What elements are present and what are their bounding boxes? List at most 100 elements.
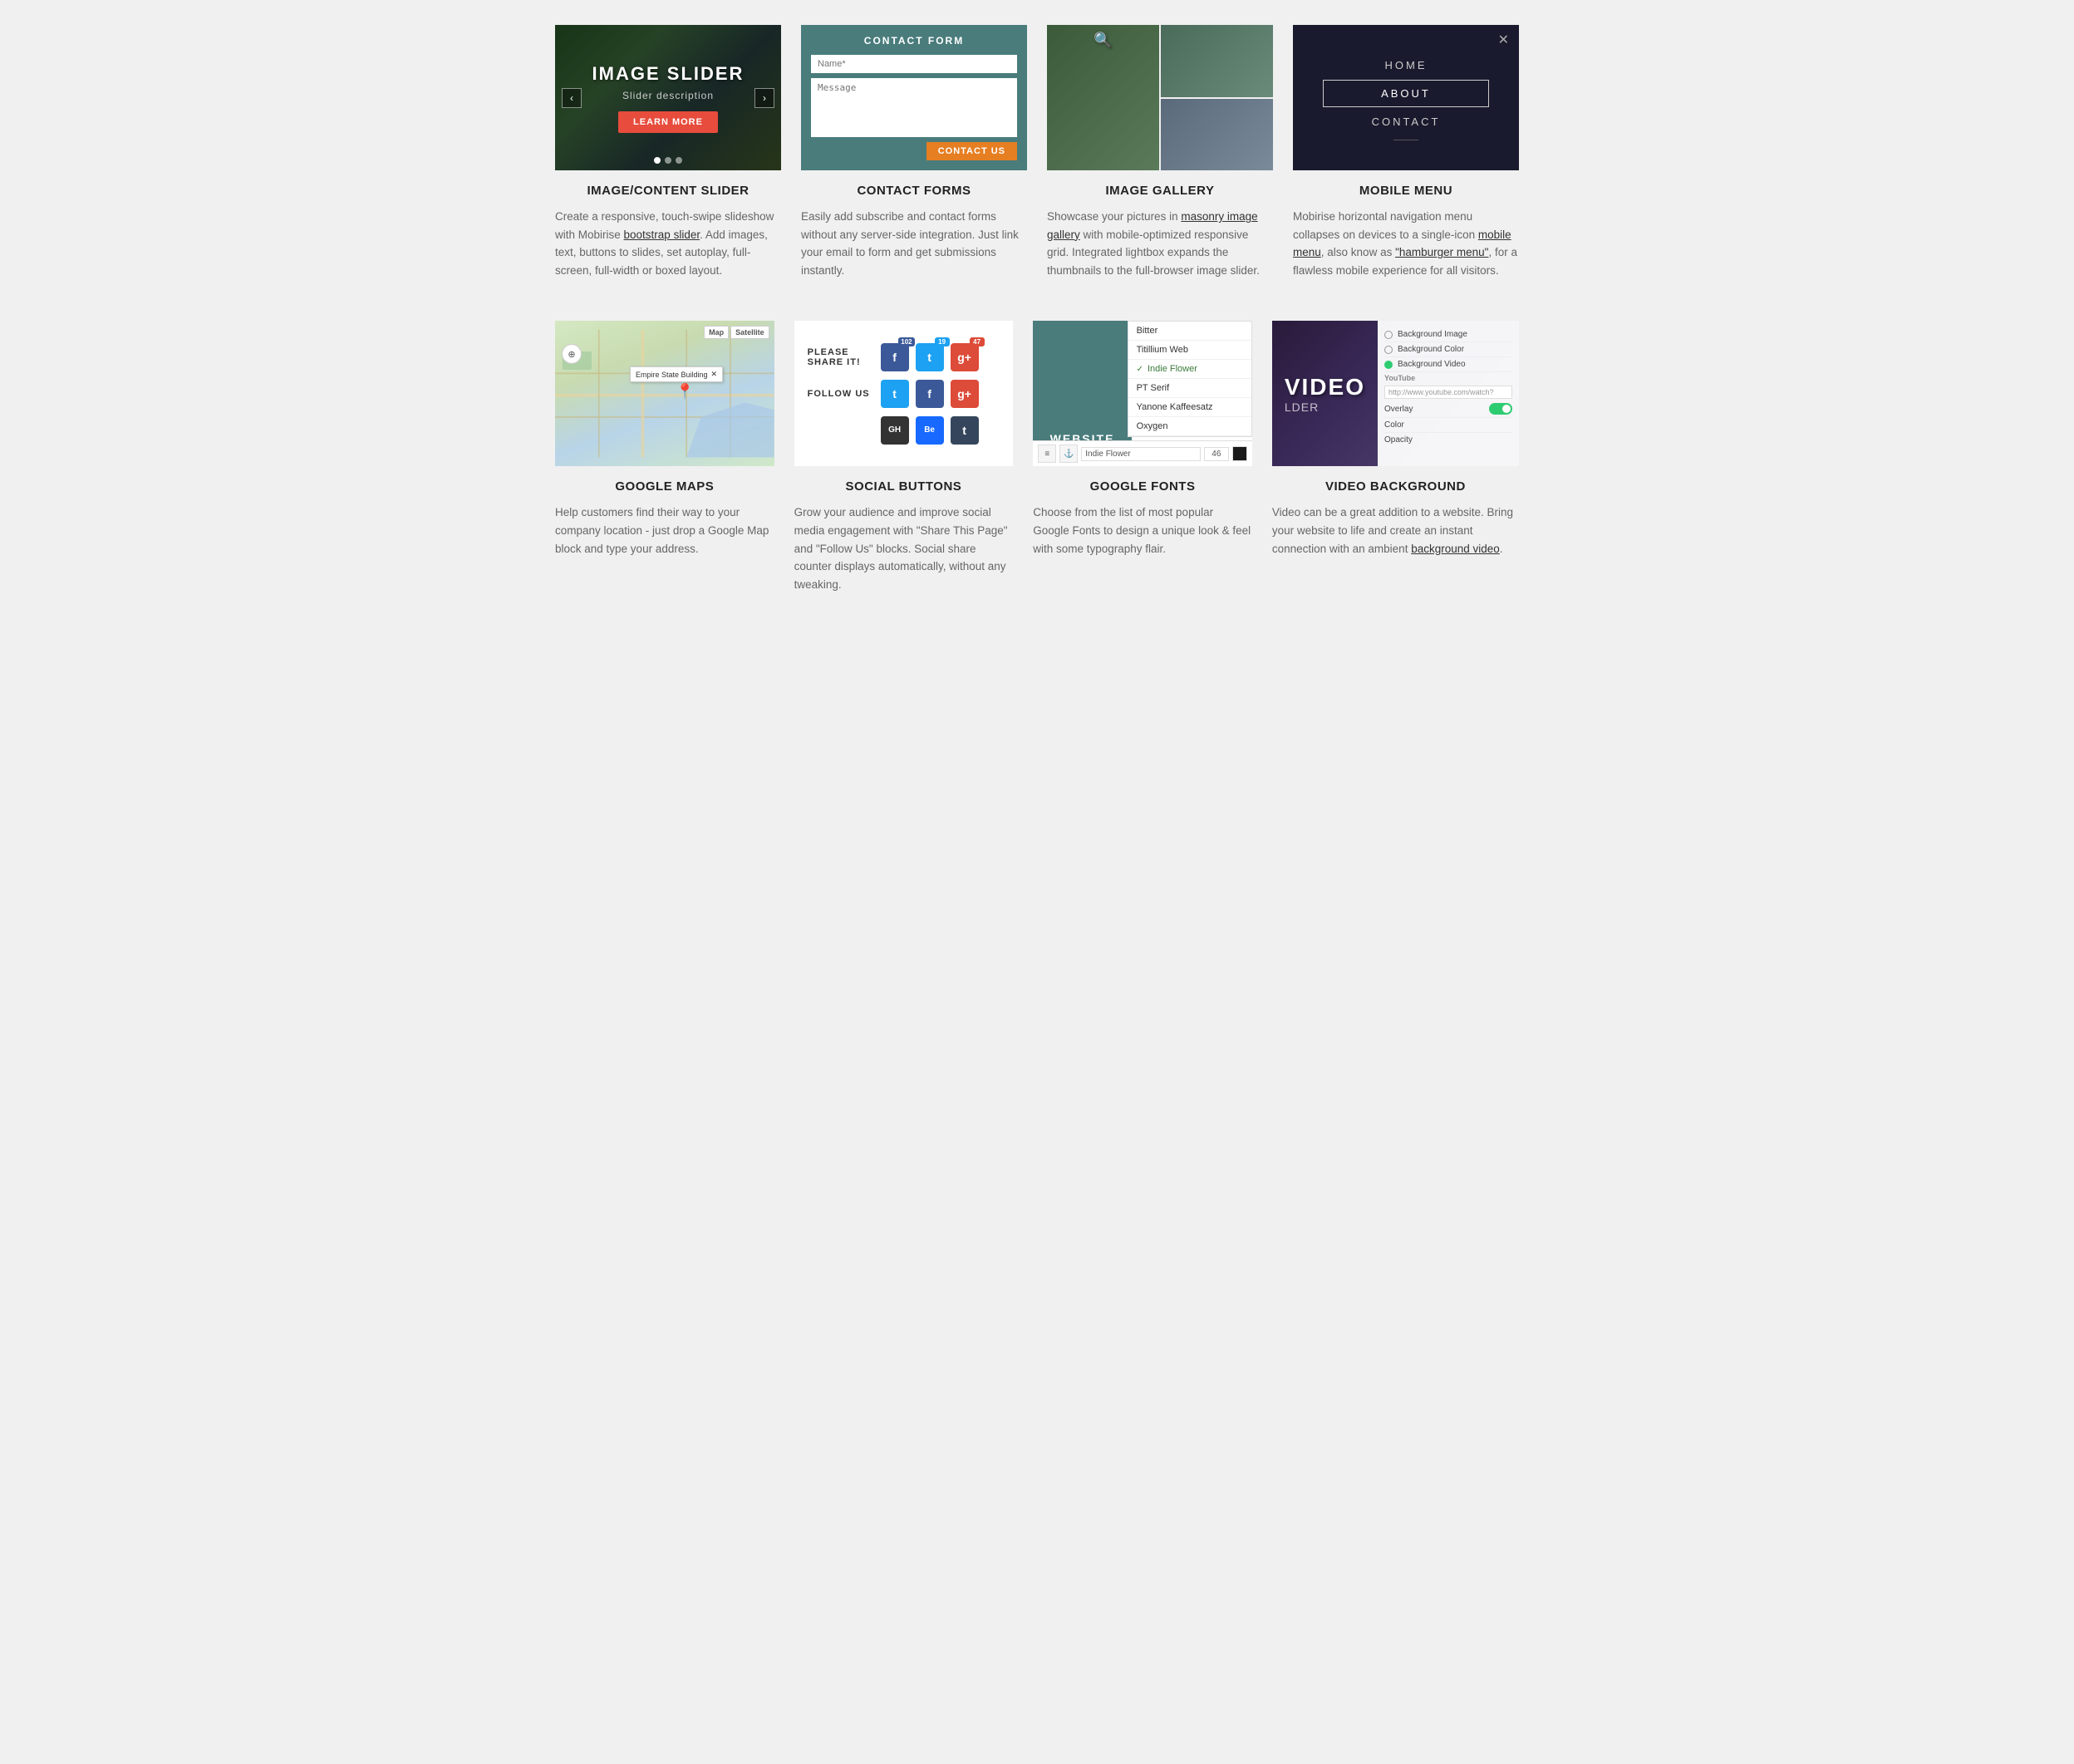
video-option-bg-image[interactable]: Background Image xyxy=(1384,327,1512,342)
social-share-row: PLEASESHARE IT! f 102 t 19 g+ 47 xyxy=(808,343,1000,371)
radio-bg-color[interactable] xyxy=(1384,346,1393,354)
social-follow-facebook[interactable]: f xyxy=(916,380,944,408)
font-link-icon[interactable]: ⚓ xyxy=(1059,445,1078,463)
map-btn-satellite[interactable]: Satellite xyxy=(730,326,769,339)
github-icon: GH xyxy=(888,425,901,435)
slider-preview: ‹ IMAGE SLIDER Slider description LEARN … xyxy=(555,25,781,170)
overlay-label: Overlay xyxy=(1384,405,1484,414)
slider-arrow-right[interactable]: › xyxy=(754,88,774,108)
features-row-2: Map Satellite ⊕ Empire State Building ✕ … xyxy=(555,321,1519,593)
behance-icon: Be xyxy=(924,425,935,435)
map-btn-map[interactable]: Map xyxy=(704,326,729,339)
gallery-search-icon: 🔍 xyxy=(1094,32,1112,49)
font-size-input[interactable] xyxy=(1204,447,1229,461)
googleplus-icon: g+ xyxy=(957,351,971,364)
background-video-link[interactable]: background video xyxy=(1411,543,1500,555)
fonts-preview: WEBSITEBUILDER Bitter Titillium Web ✓ In… xyxy=(1033,321,1252,466)
tumblr-icon: t xyxy=(962,424,966,437)
slider-dot-1[interactable] xyxy=(654,157,661,164)
font-oxygen[interactable]: Oxygen xyxy=(1128,417,1251,436)
social-tumblr[interactable]: t xyxy=(951,416,979,445)
bootstrap-slider-link[interactable]: bootstrap slider xyxy=(624,228,700,241)
contact-submit-button[interactable]: CONTACT US xyxy=(926,142,1017,160)
maps-preview: Map Satellite ⊕ Empire State Building ✕ … xyxy=(555,321,774,466)
contact-desc-text: Easily add subscribe and contact forms w… xyxy=(801,210,1019,277)
card-image-slider: ‹ IMAGE SLIDER Slider description LEARN … xyxy=(555,25,781,279)
radio-bg-image[interactable] xyxy=(1384,331,1393,339)
font-align-icon[interactable]: ≡ xyxy=(1038,445,1056,463)
social-share-twitter[interactable]: t 19 xyxy=(916,343,944,371)
card-mobile-menu: ✕ HOME ABOUT CONTACT MOBILE MENU Mobiris… xyxy=(1293,25,1519,279)
video-desc-text-2: . xyxy=(1500,543,1503,555)
card-desc-social: Grow your audience and improve social me… xyxy=(794,504,1014,593)
map-pin-icon: 📍 xyxy=(676,383,694,400)
social-follow-twitter[interactable]: t xyxy=(881,380,909,408)
fonts-desc-text: Choose from the list of most popular Goo… xyxy=(1033,506,1251,554)
mobile-nav-home[interactable]: HOME xyxy=(1323,52,1489,78)
facebook-count: 102 xyxy=(898,337,914,346)
card-desc-mobile-menu: Mobirise horizontal navigation menu coll… xyxy=(1293,208,1519,279)
video-option-bg-color[interactable]: Background Color xyxy=(1384,342,1512,357)
follow-gplus-icon: g+ xyxy=(957,387,971,400)
mobile-close-icon[interactable]: ✕ xyxy=(1498,32,1509,48)
slider-cta-button[interactable]: LEARN MORE xyxy=(618,111,718,133)
font-color-swatch[interactable] xyxy=(1232,446,1247,461)
mobile-nav-contact[interactable]: CONTACT xyxy=(1323,109,1489,135)
video-option-bg-video[interactable]: Background Video xyxy=(1384,357,1512,372)
fonts-dropdown[interactable]: Bitter Titillium Web ✓ Indie Flower PT S… xyxy=(1128,321,1252,437)
font-bitter[interactable]: Bitter xyxy=(1128,322,1251,341)
font-indie-flower[interactable]: ✓ Indie Flower xyxy=(1128,360,1251,379)
video-left-content: VIDEO LDER xyxy=(1272,321,1378,466)
map-roads-svg xyxy=(555,321,774,466)
slider-dots xyxy=(654,157,682,164)
social-github[interactable]: GH xyxy=(881,416,909,445)
opacity-row: Opacity xyxy=(1384,433,1512,447)
contact-submit-row: CONTACT US xyxy=(811,142,1017,160)
radio-bg-video[interactable] xyxy=(1384,361,1393,369)
video-settings-panel: Background Image Background Color Backgr… xyxy=(1378,321,1519,466)
facebook-icon: f xyxy=(892,351,897,364)
features-row-1: ‹ IMAGE SLIDER Slider description LEARN … xyxy=(555,25,1519,279)
overlay-row: Overlay xyxy=(1384,400,1512,418)
twitter-count: 19 xyxy=(935,337,950,346)
card-title-social: SOCIAL BUTTONS xyxy=(794,479,1014,494)
slider-content: IMAGE SLIDER Slider description LEARN MO… xyxy=(592,63,745,133)
card-title-fonts: GOOGLE FONTS xyxy=(1033,479,1252,494)
googleplus-count: 47 xyxy=(970,337,985,346)
overlay-toggle[interactable] xyxy=(1489,403,1512,415)
font-pt-serif[interactable]: PT Serif xyxy=(1128,379,1251,398)
social-follow-label: FOLLOW US xyxy=(808,389,874,399)
social-desc-text: Grow your audience and improve social me… xyxy=(794,506,1008,590)
follow-twitter-icon: t xyxy=(892,387,897,400)
slider-arrow-left[interactable]: ‹ xyxy=(562,88,582,108)
maps-desc-text: Help customers find their way to your co… xyxy=(555,506,769,554)
card-video-background: VIDEO LDER Background Image Background C… xyxy=(1272,321,1519,593)
slider-dot-2[interactable] xyxy=(665,157,671,164)
font-yanone[interactable]: Yanone Kaffeesatz xyxy=(1128,398,1251,417)
social-share-googleplus[interactable]: g+ 47 xyxy=(951,343,979,371)
contact-message-input[interactable] xyxy=(811,78,1017,137)
card-google-fonts: WEBSITEBUILDER Bitter Titillium Web ✓ In… xyxy=(1033,321,1252,593)
slider-heading: IMAGE SLIDER xyxy=(592,63,745,85)
mobile-nav-about[interactable]: ABOUT xyxy=(1323,80,1489,107)
hamburger-menu-link[interactable]: "hamburger menu" xyxy=(1395,246,1488,258)
bg-video-label: Background Video xyxy=(1398,360,1512,369)
youtube-url-input[interactable] xyxy=(1384,386,1512,399)
card-image-gallery: 🔍 IMAGE GALLERY Showcase your pictures i… xyxy=(1047,25,1273,279)
font-family-input[interactable] xyxy=(1081,447,1201,461)
video-preview: VIDEO LDER Background Image Background C… xyxy=(1272,321,1519,466)
social-behance[interactable]: Be xyxy=(916,416,944,445)
contact-name-input[interactable] xyxy=(811,55,1017,73)
video-sub-text: LDER xyxy=(1285,400,1319,414)
video-main-text: VIDEO xyxy=(1285,374,1365,400)
font-titillium[interactable]: Titillium Web xyxy=(1128,341,1251,360)
slider-description: Slider description xyxy=(592,90,745,101)
social-share-facebook[interactable]: f 102 xyxy=(881,343,909,371)
social-share-label: PLEASESHARE IT! xyxy=(808,347,874,367)
card-desc-slider: Create a responsive, touch-swipe slidesh… xyxy=(555,208,781,279)
slider-dot-3[interactable] xyxy=(676,157,682,164)
map-pin-close[interactable]: ✕ xyxy=(711,370,718,379)
card-title-video: VIDEO BACKGROUND xyxy=(1272,479,1519,494)
gallery-preview: 🔍 xyxy=(1047,25,1273,170)
social-follow-googleplus[interactable]: g+ xyxy=(951,380,979,408)
